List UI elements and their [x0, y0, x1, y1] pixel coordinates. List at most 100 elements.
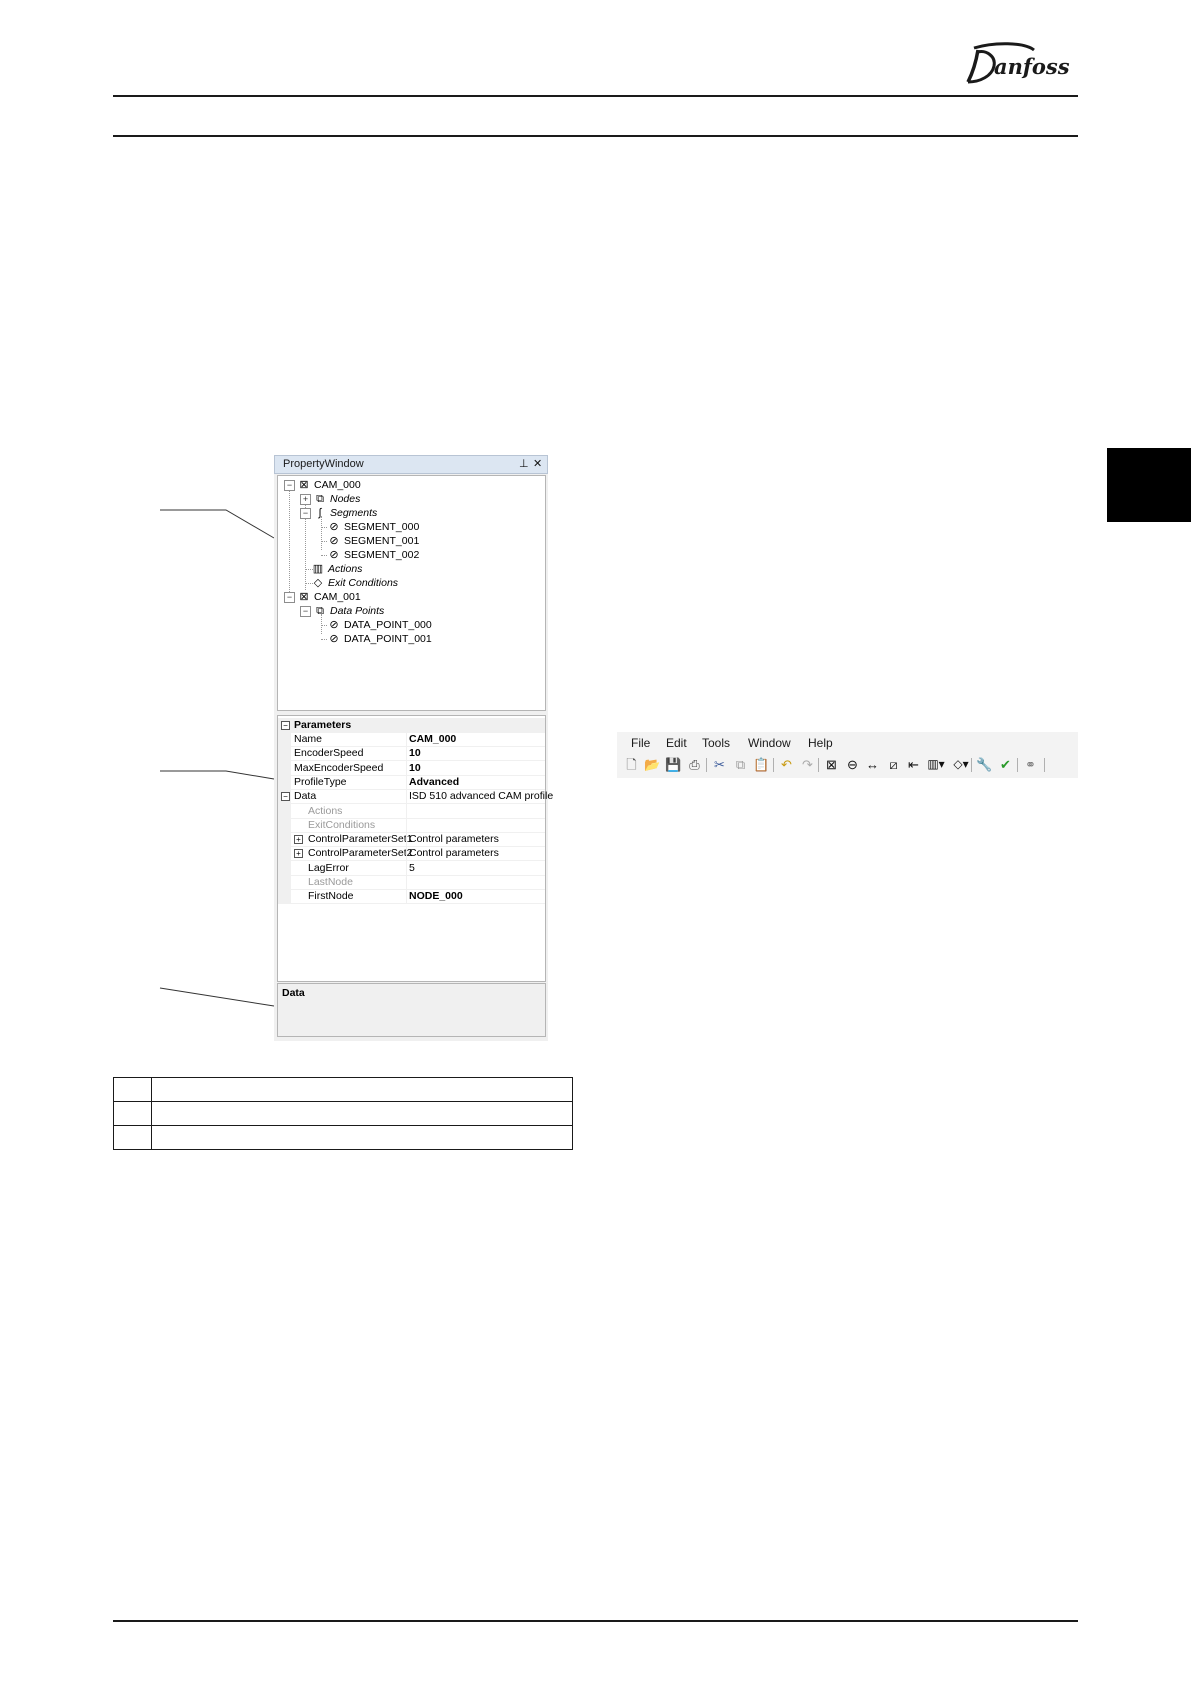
- slash-box-icon[interactable]: ⧄: [885, 756, 902, 773]
- grid-category-row[interactable]: − Parameters: [278, 718, 545, 733]
- diamond-dropdown-icon[interactable]: ◇▾: [950, 756, 972, 773]
- circle-minus-icon[interactable]: ⊖: [844, 756, 861, 773]
- grid-separator: [406, 774, 407, 790]
- wrench-icon[interactable]: 🔧: [976, 756, 993, 773]
- collapse-icon[interactable]: −: [300, 507, 311, 519]
- caption-number: [113, 1077, 152, 1102]
- collapse-icon[interactable]: −: [281, 721, 290, 730]
- link-icon[interactable]: ⚭: [1022, 756, 1039, 773]
- tree-node[interactable]: ⊘ SEGMENT_001: [328, 534, 419, 548]
- expand-icon[interactable]: +: [300, 493, 311, 505]
- caption-row: [113, 1101, 573, 1126]
- tree-connector: [321, 555, 327, 556]
- grid-separator: [406, 760, 407, 776]
- grid-row[interactable]: LagError 5: [278, 860, 545, 876]
- grid-row[interactable]: LastNode: [278, 875, 545, 890]
- grid-value[interactable]: NODE_000: [409, 889, 463, 903]
- pin-icon[interactable]: ⊥: [519, 457, 529, 470]
- grid-value[interactable]: Advanced: [409, 775, 459, 789]
- grid-key: ProfileType: [294, 775, 347, 788]
- grid-row[interactable]: EncoderSpeed 10: [278, 746, 545, 762]
- toolbar-separator: [1017, 758, 1018, 772]
- tree-connector: [321, 527, 327, 528]
- paste-icon[interactable]: 📋: [753, 756, 770, 773]
- grid-key: EncoderSpeed: [294, 747, 364, 760]
- cam-icon: ⊠: [299, 479, 309, 492]
- grid-row[interactable]: Actions: [278, 803, 545, 819]
- svg-text:anfoss: anfoss: [994, 54, 1070, 79]
- save-icon[interactable]: 💾: [665, 756, 682, 773]
- grid-value[interactable]: ISD 510 advanced CAM profile: [409, 789, 553, 803]
- tree-node[interactable]: ⊘ SEGMENT_002: [328, 548, 419, 562]
- copy-icon[interactable]: ⧉: [732, 756, 749, 773]
- collapse-icon[interactable]: −: [281, 792, 290, 802]
- no-entry-icon: ⊘: [329, 549, 339, 562]
- grid-row[interactable]: ProfileType Advanced: [278, 774, 545, 790]
- tree-node[interactable]: ▥ Actions: [312, 562, 363, 576]
- expand-icon[interactable]: +: [294, 849, 303, 859]
- collapse-icon[interactable]: −: [300, 605, 311, 617]
- caption-table: [113, 1077, 573, 1150]
- grid-key: ControlParameterSet1: [308, 833, 413, 846]
- grid-key: Name: [294, 733, 323, 745]
- cam-icon[interactable]: ⊠: [823, 756, 840, 773]
- tree-node[interactable]: − ⊠ CAM_001: [284, 590, 361, 604]
- expand-icon[interactable]: +: [294, 835, 303, 845]
- grid-row[interactable]: FirstNode NODE_000: [278, 889, 545, 905]
- menu-file[interactable]: File: [631, 736, 650, 750]
- collapse-icon[interactable]: −: [284, 479, 295, 491]
- undo-icon[interactable]: ↶: [778, 756, 795, 773]
- grid-value[interactable]: 10: [409, 761, 421, 775]
- grid-key: LagError: [308, 861, 349, 874]
- grid-row[interactable]: MaxEncoderSpeed 10: [278, 760, 545, 776]
- grid-gutter: [278, 860, 291, 876]
- tree-node[interactable]: + ⧉ Nodes: [300, 492, 360, 506]
- tree-node[interactable]: ◇ Exit Conditions: [312, 576, 398, 590]
- tree-node-label: CAM_000: [314, 479, 361, 491]
- columns-dropdown-icon[interactable]: ▥▾: [925, 756, 947, 773]
- checkmark-icon[interactable]: ✔: [997, 756, 1014, 773]
- grid-row[interactable]: + ControlParameterSet1 Control parameters: [278, 832, 545, 848]
- tree-node[interactable]: − ⧉ Data Points: [300, 604, 384, 618]
- grid-row[interactable]: ExitConditions: [278, 817, 545, 833]
- print-icon[interactable]: ⎙: [686, 756, 703, 773]
- tree-node[interactable]: − ∫ Segments: [300, 506, 377, 520]
- grid-gutter: [278, 889, 291, 905]
- menu-edit[interactable]: Edit: [666, 736, 687, 750]
- tree-node-label: DATA_POINT_001: [344, 633, 432, 645]
- collapse-icon[interactable]: −: [284, 591, 295, 603]
- new-file-icon[interactable]: 🗋: [623, 756, 640, 773]
- callout-lines: [159, 509, 275, 1007]
- grid-value[interactable]: 10: [409, 746, 421, 760]
- grid-separator: [406, 746, 407, 762]
- arrow-left-bar-icon[interactable]: ⇤: [905, 756, 922, 773]
- grid-value[interactable]: Control parameters: [409, 832, 499, 846]
- tree-node[interactable]: − ⊠ CAM_000: [284, 478, 361, 492]
- grid-row[interactable]: − Data ISD 510 advanced CAM profile: [278, 789, 553, 805]
- tree-node[interactable]: ⊘ DATA_POINT_000: [328, 618, 431, 632]
- grid-value[interactable]: 5: [409, 861, 415, 875]
- grid-row[interactable]: + ControlParameterSet2 Control parameters: [278, 846, 545, 862]
- tree-node[interactable]: ⊘ SEGMENT_000: [328, 520, 419, 534]
- menu-window[interactable]: Window: [748, 736, 791, 750]
- tree-node[interactable]: ⊘ DATA_POINT_001: [328, 632, 432, 646]
- cut-icon[interactable]: ✂: [711, 756, 728, 773]
- grid-value[interactable]: CAM_000: [409, 732, 456, 746]
- grid-gutter: [278, 803, 291, 819]
- no-entry-icon: ⊘: [329, 521, 339, 534]
- property-window: PropertyWindow ⊥ ✕ − ⊠ CAM_000 + ⧉ Nodes − ∫ Seg…: [274, 455, 553, 1041]
- open-folder-icon[interactable]: 📂: [644, 756, 661, 773]
- menu-tools[interactable]: Tools: [702, 736, 730, 750]
- tree-node-label: SEGMENT_000: [344, 521, 420, 533]
- caption-text: [151, 1077, 573, 1102]
- footer-rule: [113, 1620, 1078, 1622]
- no-entry-icon: ⊘: [329, 535, 339, 548]
- grid-row[interactable]: Name CAM_000: [278, 732, 545, 747]
- grid-gutter: [278, 832, 291, 848]
- cam-icon: ⊠: [299, 591, 309, 604]
- menu-help[interactable]: Help: [808, 736, 833, 750]
- grid-value[interactable]: Control parameters: [409, 846, 499, 860]
- close-icon[interactable]: ✕: [533, 457, 542, 470]
- redo-icon[interactable]: ↷: [799, 756, 816, 773]
- double-arrow-icon[interactable]: ↔: [864, 756, 881, 773]
